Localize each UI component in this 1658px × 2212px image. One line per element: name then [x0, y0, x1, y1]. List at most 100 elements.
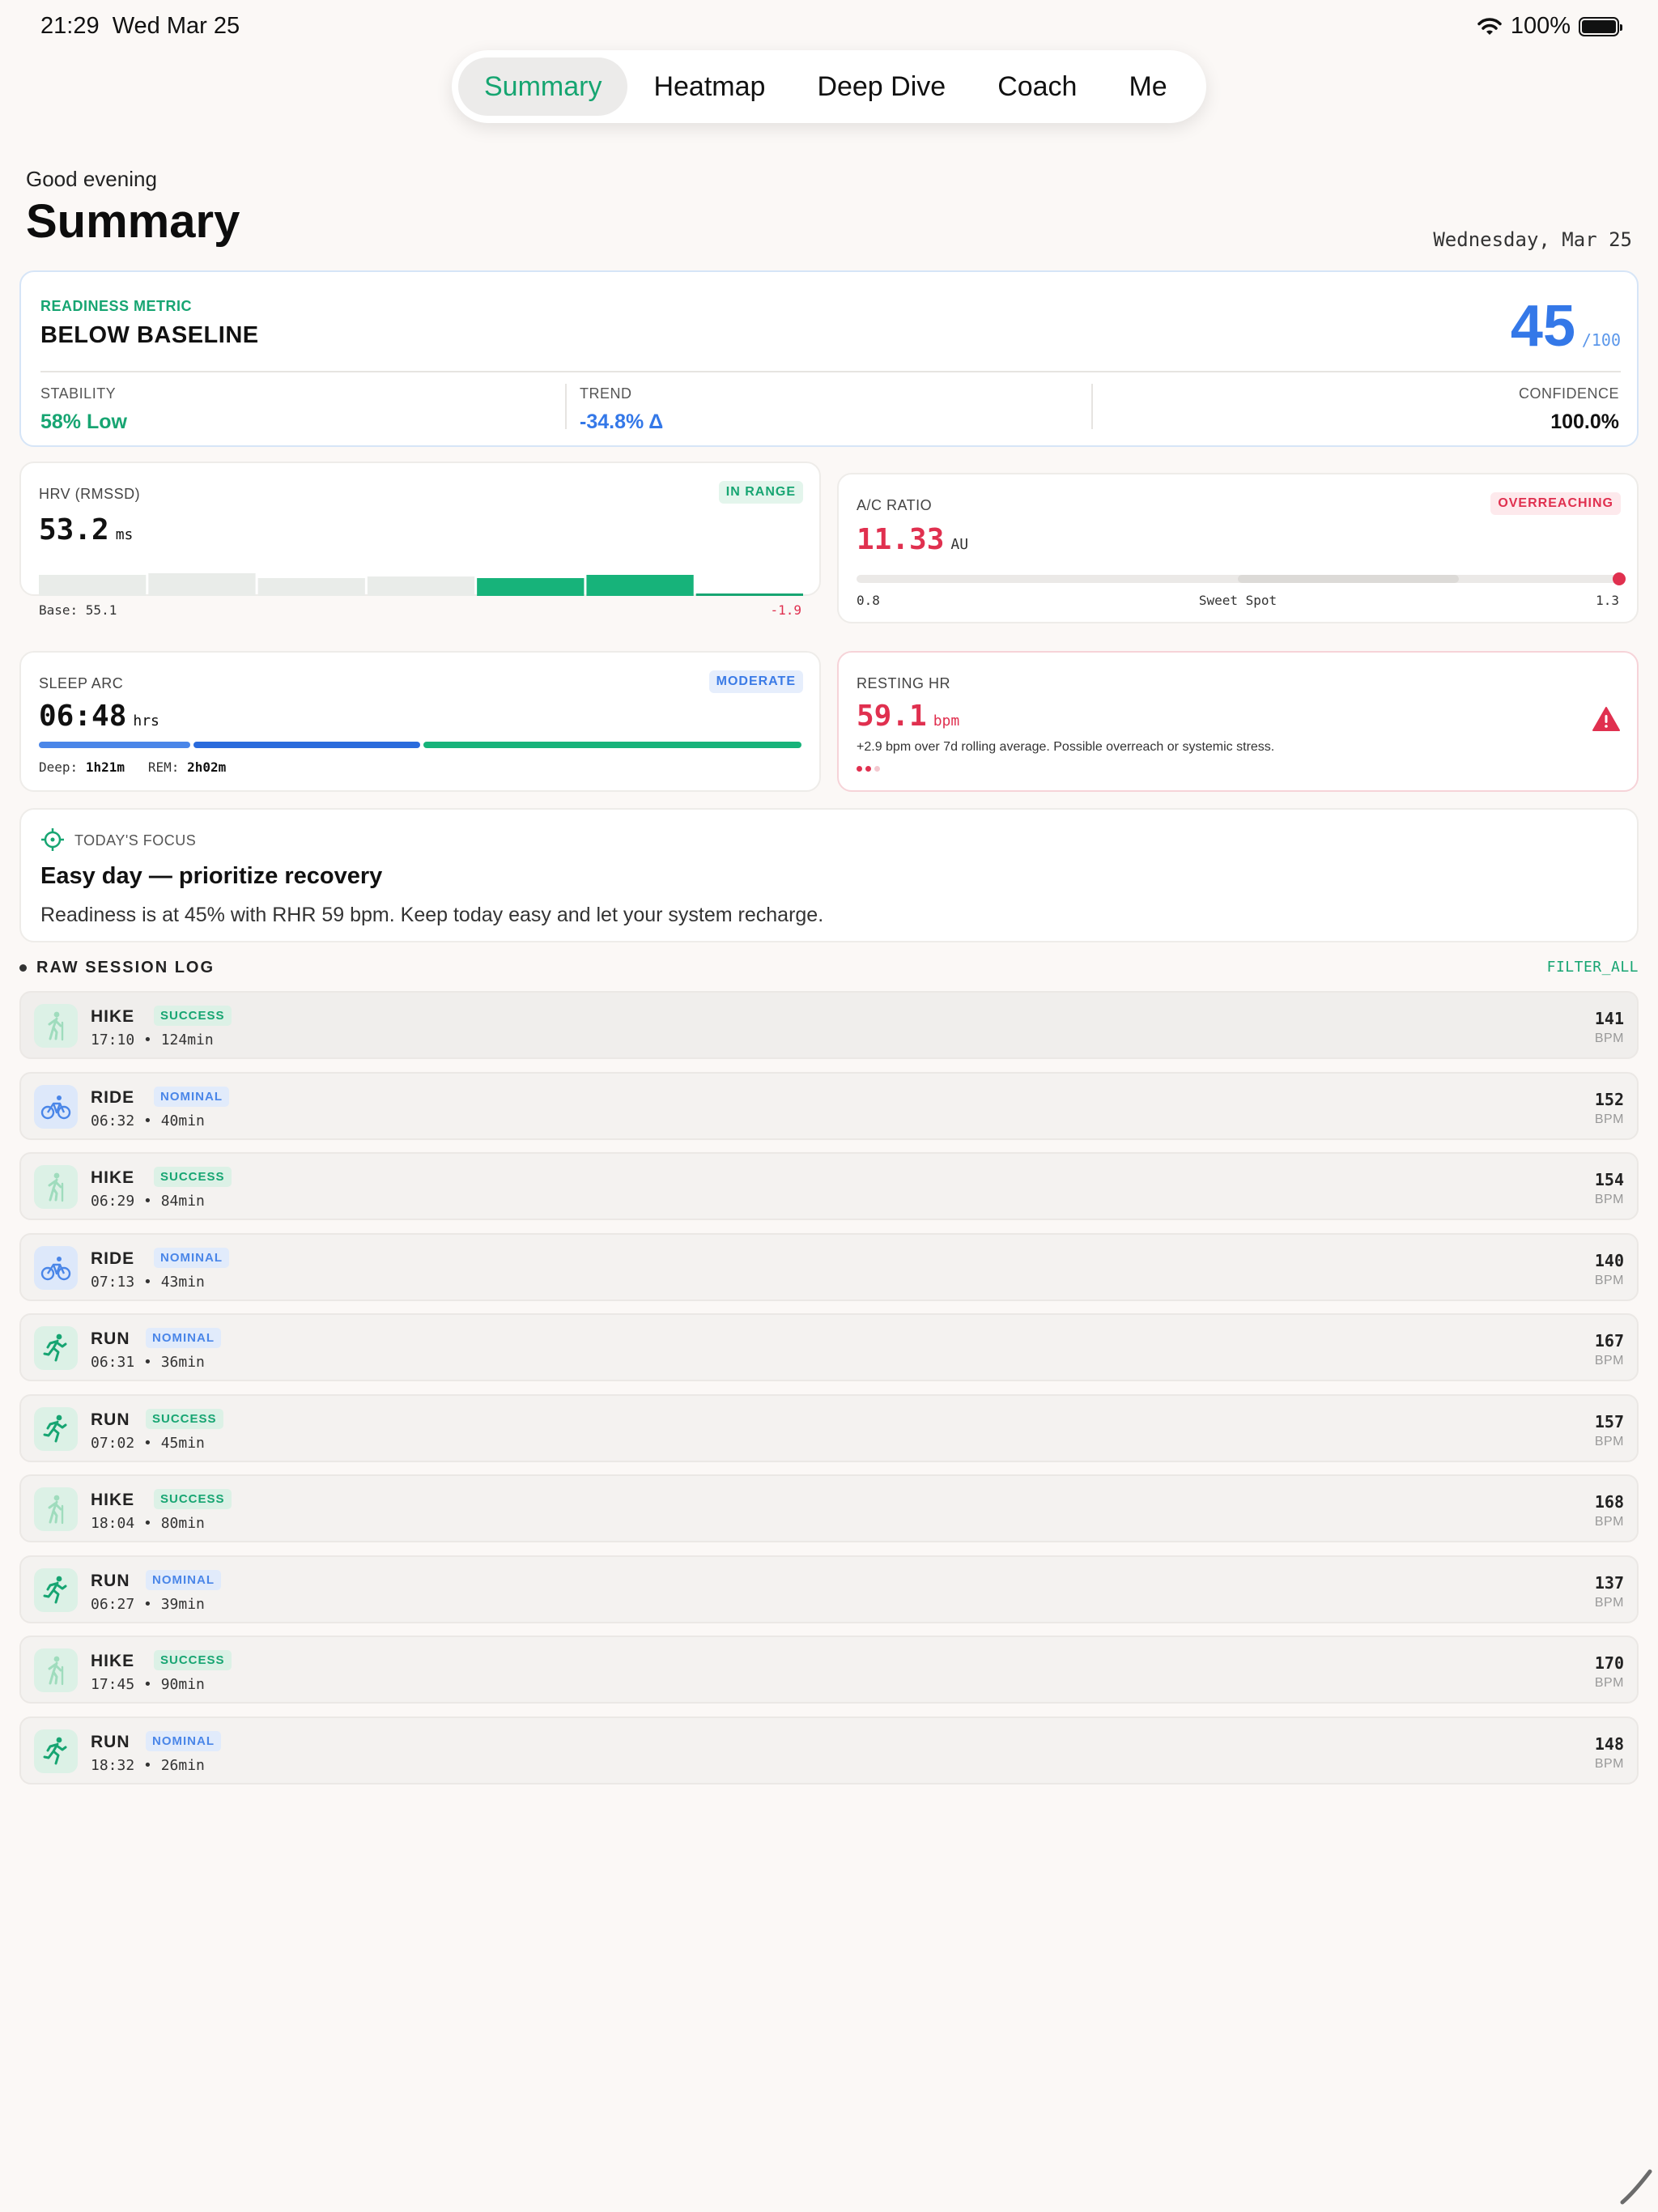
tab-summary[interactable]: Summary	[458, 57, 628, 116]
run-icon	[34, 1406, 78, 1451]
trend-stat: TREND -34.8% Δ	[580, 385, 663, 434]
confidence-label: CONFIDENCE	[1518, 385, 1619, 402]
session-status-badge: SUCCESS	[154, 1167, 232, 1187]
readiness-denominator: /100	[1581, 330, 1621, 350]
session-type: RUN	[91, 1732, 130, 1751]
session-log-title: RAW SESSION LOG	[36, 959, 215, 976]
hrv-bar	[257, 578, 365, 596]
session-meta: 18:32 • 26min	[91, 1756, 205, 1774]
session-meta: 17:10 • 124min	[91, 1032, 214, 1049]
acr-unit: AU	[950, 536, 969, 553]
session-bpm-unit: BPM	[1594, 1676, 1624, 1690]
sleep-stage-segment	[423, 742, 801, 748]
acr-scale-min: 0.8	[857, 593, 880, 608]
deep-value: 1h21m	[85, 759, 125, 775]
session-bpm-unit: BPM	[1594, 1273, 1624, 1287]
deep-label: Deep:	[39, 759, 79, 775]
session-row[interactable]: RUN NOMINAL 18:32 • 26min 148 BPM	[19, 1716, 1639, 1784]
tab-me[interactable]: Me	[1103, 57, 1192, 116]
target-icon	[41, 828, 64, 851]
session-row[interactable]: HIKE SUCCESS 18:04 • 80min 168 BPM	[19, 1474, 1639, 1542]
hike-icon	[34, 1004, 78, 1048]
hrv-label: HRV (RMSSD)	[39, 486, 141, 502]
session-bpm: 152 BPM	[1595, 1090, 1624, 1127]
session-status-badge: SUCCESS	[154, 1650, 232, 1670]
session-bpm-value: 152	[1594, 1089, 1624, 1109]
session-type: RUN	[91, 1571, 130, 1590]
hrv-unit: ms	[115, 526, 134, 543]
session-status-badge: NOMINAL	[146, 1569, 221, 1590]
session-meta: 18:04 • 80min	[91, 1515, 205, 1532]
wifi-icon	[1477, 17, 1502, 35]
divider	[565, 384, 567, 429]
session-row[interactable]: HIKE SUCCESS 17:45 • 90min 170 BPM	[19, 1636, 1639, 1704]
session-row[interactable]: RUN NOMINAL 06:27 • 39min 137 BPM	[19, 1555, 1639, 1623]
greeting: Good evening	[26, 167, 157, 191]
session-row[interactable]: RUN SUCCESS 07:02 • 45min 157 BPM	[19, 1393, 1639, 1462]
session-duration: 26min	[160, 1756, 205, 1774]
session-status-badge: NOMINAL	[154, 1247, 229, 1268]
sleep-breakdown: Deep: 1h21m REM: 2h02m	[39, 759, 226, 775]
session-bpm-value: 141	[1594, 1009, 1624, 1028]
session-bpm-value: 137	[1594, 1572, 1624, 1593]
session-row[interactable]: RUN NOMINAL 06:31 • 36min 167 BPM	[19, 1313, 1639, 1381]
session-bpm-value: 170	[1594, 1653, 1624, 1673]
hrv-card[interactable]: HRV (RMSSD) IN RANGE 53.2 ms Base: 55.1 -…	[19, 462, 821, 618]
session-type: RUN	[91, 1329, 130, 1348]
page-dot	[874, 766, 880, 772]
pencil-icon[interactable]	[1614, 2167, 1653, 2206]
session-bpm: 148 BPM	[1595, 1734, 1624, 1772]
session-row[interactable]: HIKE SUCCESS 17:10 • 124min 141 BPM	[19, 991, 1639, 1059]
session-bpm: 167 BPM	[1595, 1331, 1624, 1368]
session-row[interactable]: RIDE NOMINAL 06:32 • 40min 152 BPM	[19, 1071, 1639, 1140]
sleep-card[interactable]: SLEEP ARC MODERATE 06:48 hrs Deep: 1h21m …	[19, 651, 821, 792]
session-bpm-value: 167	[1594, 1331, 1624, 1351]
session-row[interactable]: HIKE SUCCESS 06:29 • 84min 154 BPM	[19, 1152, 1639, 1220]
run-icon	[34, 1326, 78, 1370]
session-status-badge: SUCCESS	[154, 1489, 232, 1509]
run-icon	[34, 1568, 78, 1612]
divider	[1091, 384, 1093, 429]
session-bpm-value: 140	[1594, 1250, 1624, 1270]
session-type: HIKE	[91, 1652, 135, 1670]
acr-number: 11.33	[857, 523, 945, 556]
session-bpm-unit: BPM	[1594, 1595, 1624, 1610]
run-icon	[34, 1729, 78, 1773]
stability-stat: STABILITY 58% Low	[40, 385, 127, 434]
hrv-bar	[148, 573, 256, 596]
session-bpm: 140 BPM	[1595, 1251, 1624, 1288]
resting-hr-card[interactable]: RESTING HR 59.1 bpm +2.9 bpm over 7d roll…	[837, 651, 1639, 792]
trend-value: -34.8% Δ	[580, 410, 664, 433]
hike-icon	[34, 1648, 78, 1692]
rem-value: 2h02m	[187, 759, 227, 775]
tab-coach[interactable]: Coach	[971, 57, 1103, 116]
session-bpm: 154 BPM	[1595, 1170, 1624, 1207]
ride-icon	[34, 1084, 78, 1129]
session-row[interactable]: RIDE NOMINAL 07:13 • 43min 140 BPM	[19, 1232, 1639, 1301]
session-duration: 39min	[160, 1595, 205, 1613]
status-badge: OVERREACHING	[1490, 492, 1621, 515]
session-type: HIKE	[91, 1168, 135, 1187]
session-meta: 06:32 • 40min	[91, 1112, 205, 1129]
filter-button[interactable]: FILTER_ALL	[1547, 959, 1639, 976]
readiness-score: 45	[1510, 294, 1575, 359]
session-meta: 06:31 • 36min	[91, 1354, 205, 1371]
sleep-stage-bar	[39, 742, 801, 748]
acr-card[interactable]: A/C RATIO OVERREACHING 11.33 AU 0.8 Sweet…	[837, 473, 1639, 623]
tab-deep-dive[interactable]: Deep Dive	[791, 57, 971, 116]
session-bpm-unit: BPM	[1594, 1193, 1624, 1206]
focus-kicker: TODAY'S FOCUS	[74, 832, 197, 849]
status-bar: 21:29 Wed Mar 25 100%	[0, 0, 1658, 52]
session-meta: 07:02 • 45min	[91, 1434, 205, 1452]
session-time: 06:32	[91, 1112, 135, 1129]
focus-card[interactable]: TODAY'S FOCUS Easy day — prioritize reco…	[19, 808, 1639, 942]
readiness-kicker: READINESS METRIC	[40, 298, 193, 314]
readiness-card[interactable]: READINESS METRIC BELOW BASELINE 45 /100 …	[19, 270, 1639, 447]
battery-percent: 100%	[1510, 13, 1571, 39]
rhr-note: +2.9 bpm over 7d rolling average. Possib…	[857, 740, 1275, 754]
tab-heatmap[interactable]: Heatmap	[627, 57, 791, 116]
session-type: HIKE	[91, 1007, 135, 1026]
top-tab-bar: Summary Heatmap Deep Dive Coach Me	[452, 50, 1206, 123]
acr-label: A/C RATIO	[857, 497, 933, 513]
session-bpm-unit: BPM	[1594, 1112, 1624, 1126]
